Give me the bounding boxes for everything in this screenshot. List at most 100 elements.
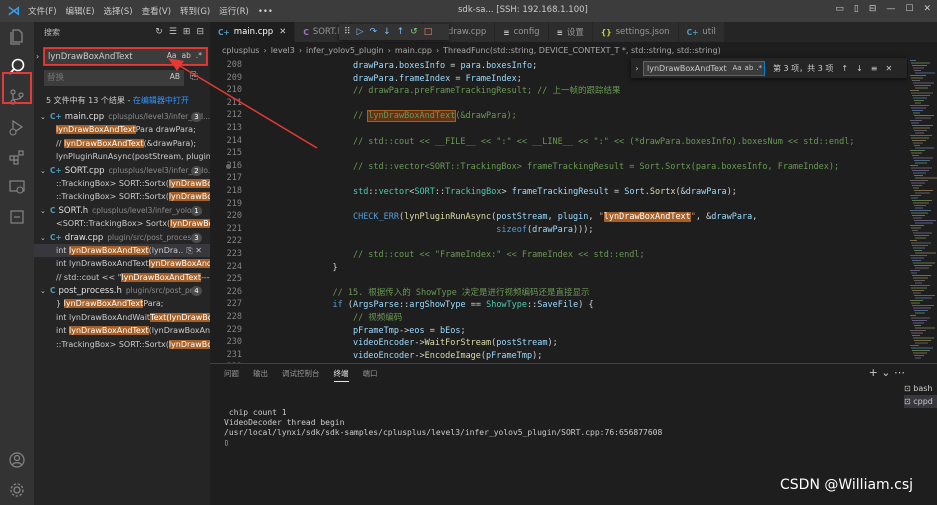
editor-tab[interactable]: ≡ config (495, 22, 549, 42)
result-file[interactable]: ⌄ C+ draw.cpp plugin/src/post_process 3 (34, 231, 210, 244)
result-match[interactable]: } lynDrawBoxAndTextPara; (34, 297, 210, 310)
code-line[interactable]: // 15. 根据传入的 ShowType 决定是进行视频编码还是直接显示 (312, 287, 589, 300)
code-line[interactable]: pFrameTmp->eos = bEos; (312, 325, 466, 338)
code-line[interactable]: drawPara.boxesInfo = para.boxesInfo; (312, 60, 537, 73)
minimap[interactable] (908, 58, 937, 363)
sidebar-toggle-icon[interactable]: ▯ (854, 4, 859, 14)
code-line[interactable]: sizeof(drawPara))); (312, 224, 593, 237)
breadcrumb-item[interactable]: main.cpp (395, 46, 432, 55)
replace-all-icon[interactable]: ⎘ (190, 71, 198, 82)
refresh-icon[interactable]: ↻ (155, 27, 163, 37)
result-file[interactable]: ⌄ C+ main.cpp cplusplus/level3/infer_yol...… (34, 110, 210, 123)
find-input[interactable]: lynDrawBoxAndText Aa ab .* (643, 60, 765, 76)
editor-tab[interactable]: C+ main.cpp ✕ (210, 22, 296, 42)
new-search-editor-icon[interactable]: ⊞ (183, 27, 191, 37)
panel-tab[interactable]: 输出 (253, 368, 268, 382)
step-into-icon[interactable]: ↓ (383, 27, 391, 37)
regex-icon[interactable]: .* (196, 51, 202, 60)
previous-match-icon[interactable]: ↑ (841, 64, 848, 73)
menu-item[interactable]: 编辑(E) (66, 7, 95, 17)
chevron-down-icon[interactable]: ⌄ (40, 285, 50, 297)
restart-icon[interactable]: ↺ (410, 27, 418, 37)
panel-tab[interactable]: 端口 (363, 368, 378, 382)
result-match[interactable]: lynDrawBoxAndTextPara drawPara; (34, 123, 210, 136)
breadcrumb-item[interactable]: ThreadFunc(std::string, DEVICE_CONTEXT_T… (443, 46, 721, 55)
panel-toggle-icon[interactable]: ⊟ (869, 4, 877, 14)
editor-tab[interactable]: C+ util (678, 22, 725, 42)
replace-input[interactable] (44, 70, 154, 85)
files-icon[interactable] (0, 22, 34, 52)
result-match[interactable]: ::TrackingBox> SORT::Sortx(lynDrawBoxA..… (34, 177, 210, 190)
code-line[interactable]: videoEncoder->WaitForStream(postStream); (312, 337, 558, 350)
panel-tab[interactable]: 终端 (333, 368, 349, 382)
find-in-selection-icon[interactable]: ≡ (871, 64, 878, 73)
close-find-icon[interactable]: ✕ (885, 64, 892, 73)
replace-input-box[interactable]: AB (44, 70, 184, 86)
run-debug-icon[interactable] (0, 112, 34, 142)
result-match[interactable]: // std::cout << "lynDrawBoxAndText------… (34, 271, 210, 284)
code-line[interactable]: drawPara.frameIndex = FrameIndex; (312, 73, 522, 86)
result-match[interactable]: int lynDrawBoxAndText(lynDrawBoxAndT... (34, 324, 210, 337)
chevron-down-icon[interactable]: ⌄ (40, 232, 50, 244)
result-match[interactable]: int lynDrawBoxAndTextlynDrawBoxAndT... (34, 257, 210, 270)
terminal-output[interactable]: chip count 1 VideoDecoder thread begin/us… (224, 408, 662, 448)
result-match[interactable]: ::TrackingBox> SORT::Sortx(lynDrawBoxA..… (34, 338, 210, 351)
menu-item[interactable]: 转到(G) (180, 7, 210, 17)
result-file[interactable]: ⌄ C+ SORT.cpp cplusplus/level3/infer_yolo..… (34, 164, 210, 177)
code-line[interactable]: // std::cout << __FILE__ << ":" << __LIN… (312, 136, 855, 149)
editor-tab[interactable]: ≡ 设置 (548, 22, 593, 42)
next-match-icon[interactable]: ↓ (856, 64, 863, 73)
menu-item[interactable]: ••• (258, 7, 273, 17)
panel-tab[interactable]: 问题 (224, 368, 239, 382)
result-match[interactable]: lynPluginRunAsync(postStream, plugin, "l… (34, 150, 210, 163)
breakpoint-hint-icon[interactable] (226, 163, 231, 169)
extensions-icon[interactable] (0, 142, 34, 172)
collapse-all-icon[interactable]: ⊟ (196, 27, 204, 37)
code-line[interactable]: } (312, 262, 337, 275)
code-line[interactable]: // lynDrawBoxAndText(&drawPara); (312, 110, 517, 123)
drag-handle-icon[interactable]: ⠿ (344, 27, 351, 37)
result-match[interactable]: <SORT::TrackingBox> Sortx(lynDrawBoxAn..… (34, 217, 210, 230)
chevron-down-icon[interactable]: ⌄ (40, 165, 50, 177)
dismiss-icon[interactable]: ✕ (195, 246, 202, 255)
layout-icon[interactable]: ▭ (835, 4, 844, 14)
chevron-down-icon[interactable]: ⌄ (40, 205, 50, 217)
find-match-case-icon[interactable]: Aa (732, 64, 741, 72)
code-editor[interactable]: 208 drawPara.boxesInfo = para.boxesInfo;… (210, 58, 908, 372)
search-input[interactable] (45, 49, 155, 64)
search-input-box[interactable]: Aa ab .* (43, 47, 208, 66)
panel-tab[interactable]: 调试控制台 (282, 368, 320, 382)
result-match[interactable]: int lynDrawBoxAndText(lynDra... ⎘ ✕ (34, 243, 210, 258)
menu-item[interactable]: 选择(S) (104, 7, 133, 17)
result-file[interactable]: ⌄ C SORT.h cplusplus/level3/infer_yolov... 1 (34, 204, 210, 217)
result-match[interactable]: // lynDrawBoxAndText(&drawPara); (34, 137, 210, 150)
match-whole-word-icon[interactable]: ab (182, 51, 191, 60)
replace-icon[interactable]: ⎘ (186, 246, 192, 255)
breadcrumb-item[interactable]: cplusplus (222, 46, 259, 55)
step-over-icon[interactable]: ↷ (370, 27, 378, 37)
preserve-case-icon[interactable]: AB (170, 72, 180, 81)
terminal-instance[interactable]: ⊡ bash (904, 382, 937, 395)
menu-item[interactable]: 查看(V) (142, 7, 171, 17)
breadcrumb-item[interactable]: infer_yolov5_plugin (306, 46, 384, 55)
find-toggle-replace-icon[interactable]: › (631, 64, 643, 73)
find-regex-icon[interactable]: .* (756, 64, 762, 72)
clear-results-icon[interactable]: ☰ (169, 27, 177, 37)
account-icon[interactable] (0, 445, 34, 475)
maximize-icon[interactable]: ☐ (905, 4, 913, 14)
code-line[interactable]: // 视频编码 (312, 312, 402, 325)
breadcrumb-item[interactable]: level3 (271, 46, 295, 55)
testing-icon[interactable] (0, 202, 34, 232)
code-line[interactable]: CHECK_ERR(lynPluginRunAsync(postStream, … (312, 211, 757, 224)
code-line[interactable]: std::vector<SORT::TrackingBox> frameTrac… (312, 186, 737, 199)
terminal-instance[interactable]: ⊡ cppd (904, 395, 937, 408)
stop-icon[interactable]: □ (424, 27, 433, 37)
new-terminal-icon[interactable]: + ⌄ ⋯ (869, 366, 905, 379)
close-tab-icon[interactable]: ✕ (279, 27, 286, 37)
code-line[interactable]: // std::vector<SORT::TrackingBox> frameT… (312, 161, 839, 174)
result-match[interactable]: int lynDrawBoxAndWaitText(lynDrawBoxAnd.… (34, 311, 210, 324)
close-icon[interactable]: ✕ (923, 4, 931, 14)
continue-icon[interactable]: ▷ (357, 27, 364, 37)
code-line[interactable]: // drawPara.preFrameTrackingResult; // 上… (312, 85, 621, 98)
code-line[interactable]: // std::cout << "FrameIndex:" << FrameIn… (312, 249, 645, 262)
